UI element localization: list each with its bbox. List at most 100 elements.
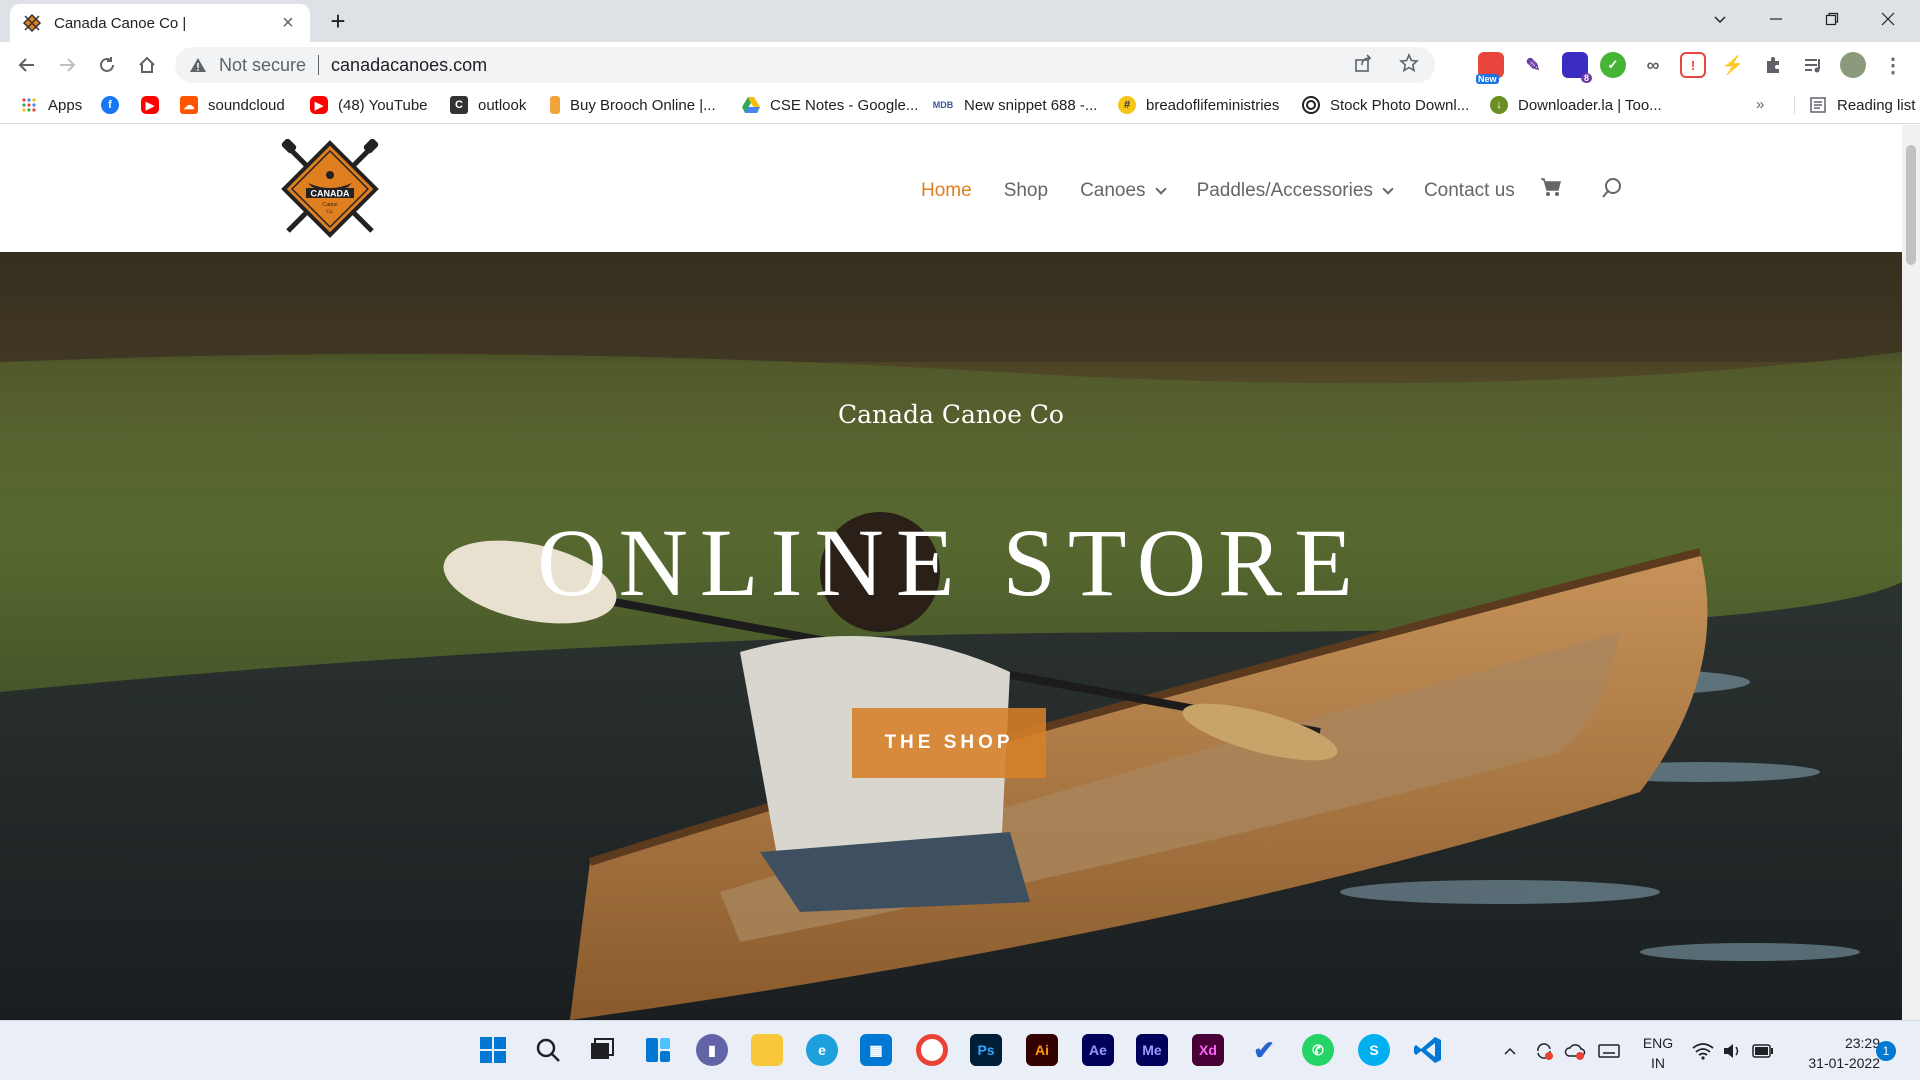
vscode-icon[interactable]: [1412, 1034, 1444, 1066]
link-extension-icon[interactable]: ∞: [1640, 52, 1666, 78]
task-view-button[interactable]: [586, 1034, 618, 1066]
todo-app-icon[interactable]: ✔: [1248, 1034, 1280, 1066]
sync-tray-icon[interactable]: [1534, 1021, 1554, 1081]
the-shop-button[interactable]: THE SHOP: [852, 708, 1046, 778]
extensions-puzzle-icon[interactable]: [1760, 52, 1786, 78]
battery-icon[interactable]: [1752, 1021, 1774, 1081]
bookmark-breadoflife[interactable]: # breadoflifeministries: [1118, 96, 1279, 114]
keyboard-tray-icon[interactable]: [1598, 1021, 1620, 1081]
file-explorer-icon[interactable]: [751, 1034, 783, 1066]
profile-avatar[interactable]: [1840, 52, 1866, 78]
chrome-icon[interactable]: [916, 1034, 948, 1066]
restore-button[interactable]: [1804, 0, 1860, 38]
illustrator-icon[interactable]: Ai: [1026, 1034, 1058, 1066]
bookmark-new-snippet[interactable]: MDB New snippet 688 -...: [932, 96, 1098, 114]
microsoft-store-icon[interactable]: ▦: [860, 1034, 892, 1066]
forward-button[interactable]: [52, 50, 82, 80]
scrollbar-thumb[interactable]: [1906, 145, 1916, 265]
share-icon[interactable]: [1353, 53, 1373, 73]
nav-paddles-label: Paddles/Accessories: [1196, 180, 1373, 201]
stock-photo-icon: [1302, 96, 1320, 114]
start-button[interactable]: [477, 1034, 509, 1066]
media-controls-icon[interactable]: [1800, 52, 1826, 78]
minimize-button[interactable]: [1748, 0, 1804, 38]
volume-icon[interactable]: [1722, 1021, 1742, 1081]
extension-new-badge: New: [1476, 74, 1499, 84]
canada-canoe-logo[interactable]: CANADA Canoe Co.: [278, 139, 382, 239]
windows-taskbar: ▮ e ▦ Ps Ai Ae Me Xd ✔ ✆ S ENG IN 23:29 …: [0, 1020, 1920, 1080]
grammarly-extension-icon[interactable]: ✓: [1600, 52, 1626, 78]
bookmark-stock-photo[interactable]: Stock Photo Downl...: [1302, 96, 1469, 114]
bookmarks-overflow-button[interactable]: »: [1756, 96, 1764, 113]
tab-search-chevron-icon[interactable]: [1692, 0, 1748, 38]
bookmark-star-icon[interactable]: [1399, 53, 1419, 73]
extension-new-icon[interactable]: New: [1476, 52, 1504, 84]
taskbar-search-button[interactable]: [532, 1034, 564, 1066]
close-window-button[interactable]: [1860, 0, 1916, 38]
nav-paddles-accessories[interactable]: Paddles/Accessories: [1196, 180, 1394, 202]
bookmark-cse-notes[interactable]: CSE Notes - Google...: [742, 96, 918, 114]
warning-triangle-icon[interactable]: [189, 56, 207, 74]
bookmark-outlook[interactable]: C outlook: [450, 96, 526, 114]
wifi-icon[interactable]: [1692, 1021, 1714, 1081]
nav-canoes[interactable]: Canoes: [1080, 180, 1167, 202]
widgets-icon: [646, 1038, 670, 1062]
nav-contact[interactable]: Contact us: [1424, 180, 1515, 202]
color-picker-extension-icon[interactable]: ✎: [1520, 52, 1546, 78]
after-effects-icon[interactable]: Ae: [1082, 1034, 1114, 1066]
reload-icon: [100, 57, 114, 72]
tab-close-icon[interactable]: ×: [278, 13, 298, 33]
search-icon: [536, 1038, 560, 1062]
nav-home[interactable]: Home: [921, 180, 972, 202]
bookmark-youtube-48[interactable]: ▶ (48) YouTube: [310, 96, 428, 114]
bookmark-soundcloud[interactable]: ☁ soundcloud: [180, 96, 285, 114]
notification-center-button[interactable]: 1: [1876, 1021, 1896, 1081]
bookmark-label: Stock Photo Downl...: [1330, 96, 1470, 114]
bookmark-downloader[interactable]: ↓ Downloader.la | Too...: [1490, 96, 1662, 114]
system-clock[interactable]: 23:29 31-01-2022: [1790, 1033, 1880, 1073]
page-scrollbar[interactable]: [1902, 125, 1920, 1020]
clock-time: 23:29: [1844, 1035, 1880, 1051]
canoe-logo-favicon-icon: [22, 13, 42, 33]
hero-title: ONLINE STORE: [537, 509, 1365, 616]
mdb-icon: MDB: [932, 100, 954, 110]
show-hidden-icons-chevron-icon[interactable]: [1502, 1021, 1518, 1081]
chrome-menu-icon[interactable]: ⋮: [1880, 52, 1906, 78]
omnibox-actions: [1353, 53, 1419, 73]
url-text[interactable]: canadacanoes.com: [331, 55, 487, 76]
whatsapp-icon[interactable]: ✆: [1302, 1034, 1334, 1066]
address-bar[interactable]: Not secure canadacanoes.com: [175, 47, 1435, 83]
bookmark-apps[interactable]: Apps: [20, 96, 82, 114]
bookmark-brooch[interactable]: Buy Brooch Online |...: [550, 96, 716, 114]
new-tab-button[interactable]: +: [325, 8, 351, 34]
extension-count-icon[interactable]: 8: [1562, 52, 1592, 83]
reading-list-button[interactable]: Reading list: [1794, 96, 1915, 114]
search-icon[interactable]: [1601, 177, 1623, 199]
tab-strip: Canada Canoe Co | × +: [0, 0, 1920, 42]
brooch-icon: [550, 96, 560, 114]
language-line-1: ENG: [1642, 1035, 1674, 1051]
security-status-label[interactable]: Not secure: [219, 55, 306, 76]
browser-tab-active[interactable]: Canada Canoe Co | ×: [10, 4, 310, 42]
bookmark-label: breadoflifeministries: [1146, 96, 1280, 114]
bookmark-label: Buy Brooch Online |...: [570, 96, 716, 114]
bolt-extension-icon[interactable]: ⚡: [1720, 52, 1746, 78]
edge-browser-icon[interactable]: e: [806, 1034, 838, 1066]
shopping-cart-icon[interactable]: [1540, 177, 1562, 197]
photoshop-icon[interactable]: Ps: [970, 1034, 1002, 1066]
media-encoder-icon[interactable]: Me: [1136, 1034, 1168, 1066]
home-button[interactable]: [132, 50, 162, 80]
nav-shop[interactable]: Shop: [1004, 180, 1048, 202]
skype-icon[interactable]: S: [1358, 1034, 1390, 1066]
language-indicator[interactable]: ENG IN: [1640, 1033, 1676, 1073]
chat-app-icon[interactable]: ▮: [696, 1034, 728, 1066]
back-button[interactable]: [12, 50, 42, 80]
notification-count-badge: 1: [1876, 1041, 1896, 1061]
widgets-button[interactable]: [642, 1034, 674, 1066]
reload-button[interactable]: [92, 50, 122, 80]
pocket-extension-icon[interactable]: !: [1680, 52, 1706, 78]
bookmark-youtube[interactable]: ▶: [141, 96, 169, 114]
adobe-xd-icon[interactable]: Xd: [1192, 1034, 1224, 1066]
cloud-tray-icon[interactable]: [1564, 1021, 1586, 1081]
bookmark-facebook[interactable]: f: [101, 96, 129, 114]
